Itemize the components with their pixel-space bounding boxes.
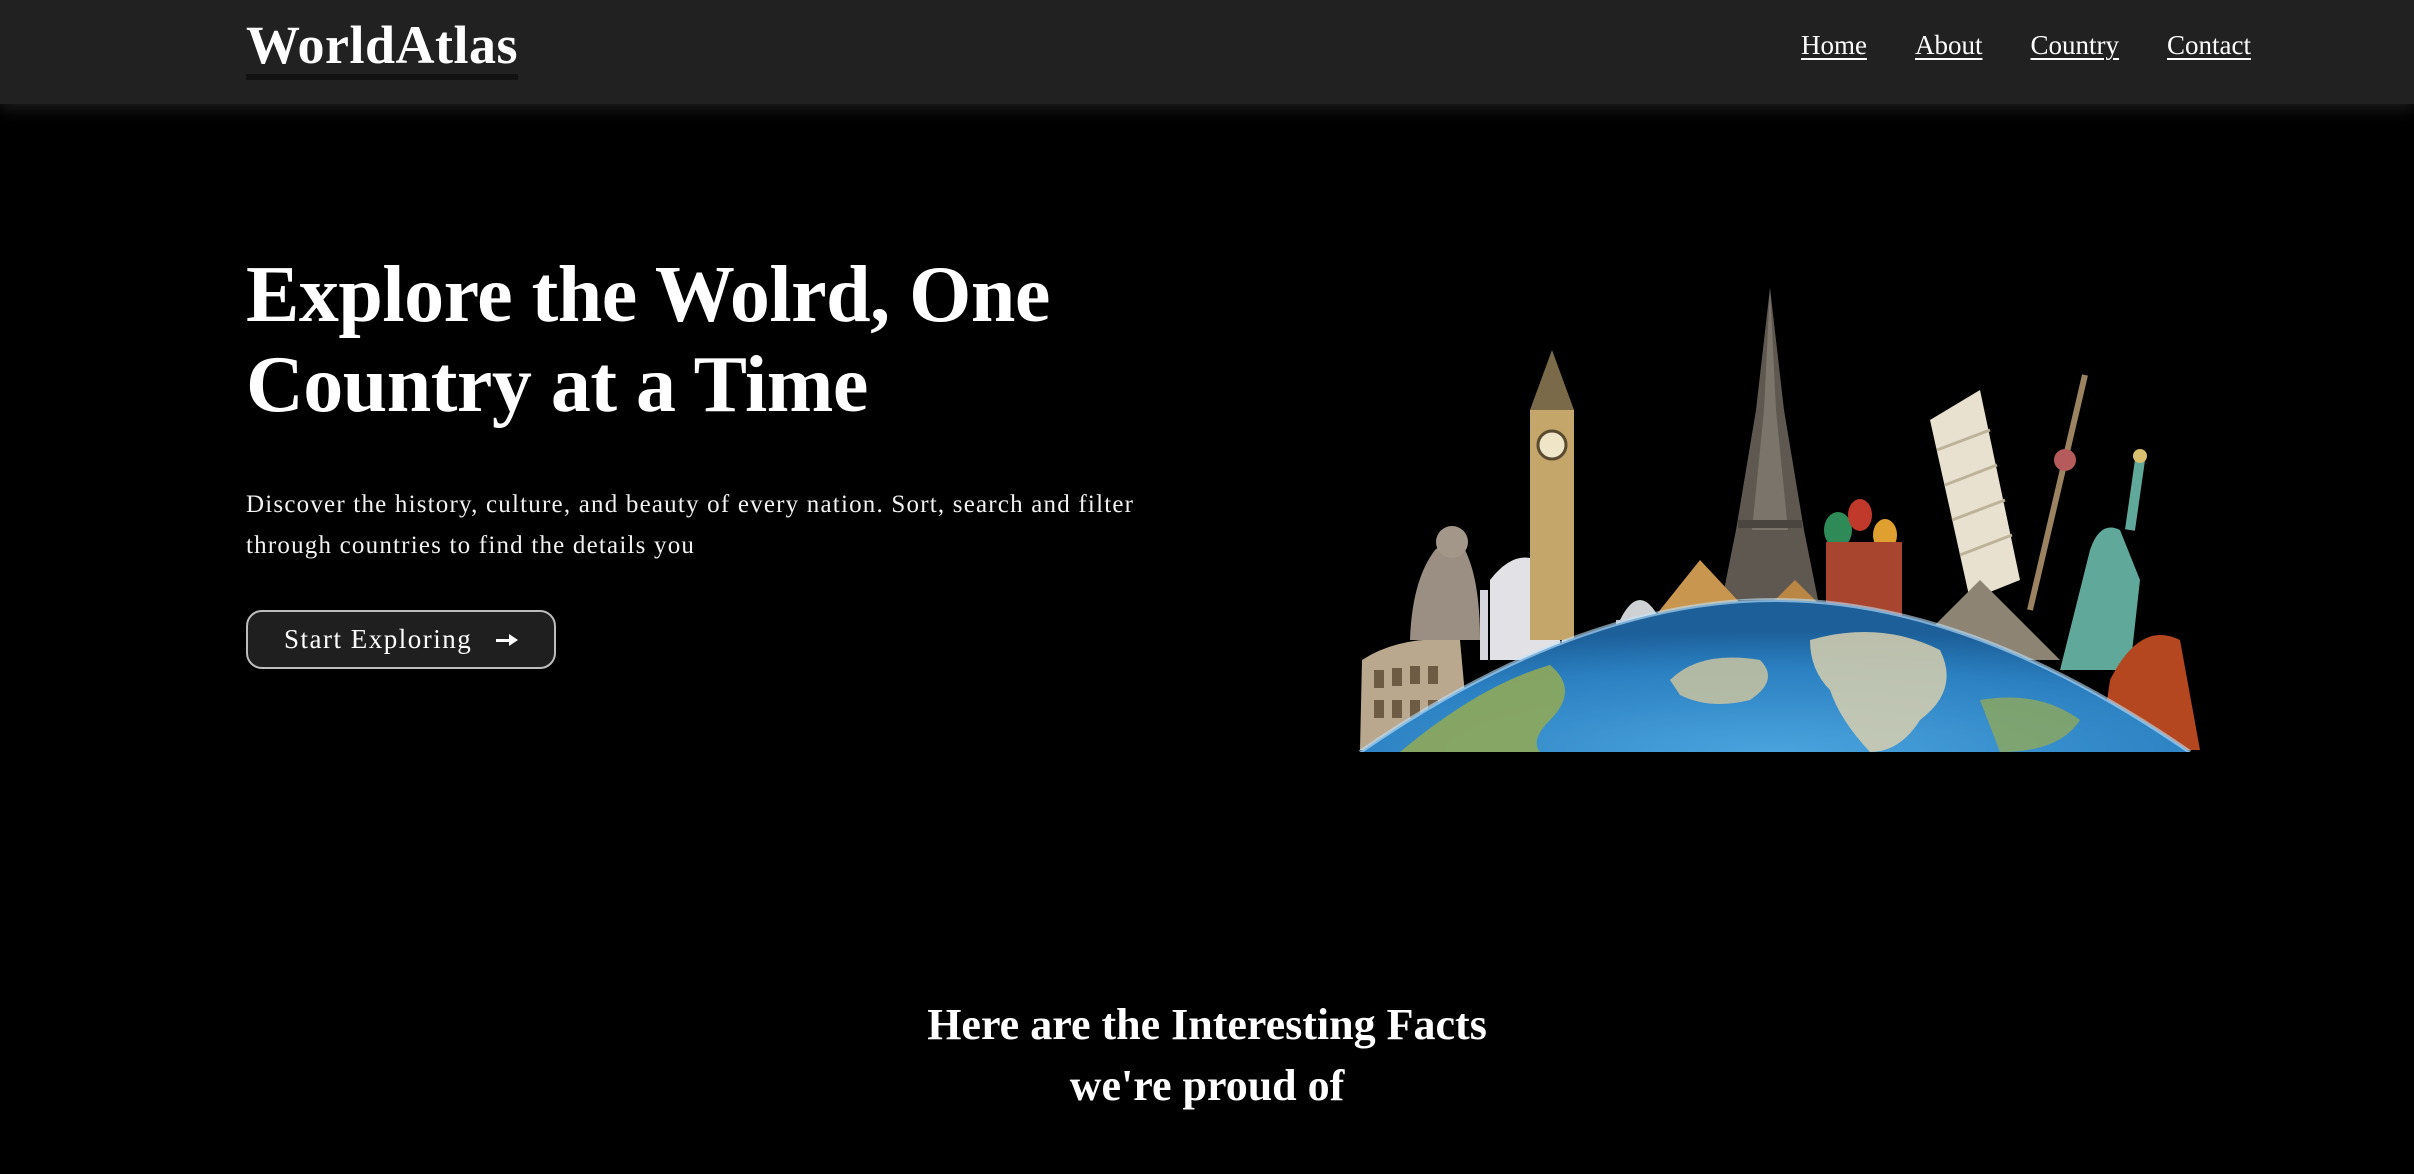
- hero-section: Explore the Wolrd, One Country at a Time…: [246, 250, 1206, 669]
- nav-link-about[interactable]: About: [1915, 30, 1983, 61]
- facts-heading-line-2: we're proud of: [1069, 1061, 1345, 1110]
- world-landmarks-globe-image: [1340, 280, 2210, 754]
- hero-title-line-1: Explore the Wolrd, One: [246, 251, 1050, 339]
- nav-links: Home About Country Contact: [1801, 30, 2251, 61]
- hero-title: Explore the Wolrd, One Country at a Time: [246, 250, 1206, 430]
- hero-title-line-2: Country at a Time: [246, 341, 868, 429]
- arrow-right-icon: [496, 633, 519, 647]
- nav-link-contact[interactable]: Contact: [2167, 30, 2251, 61]
- facts-heading: Here are the Interesting Facts we're pro…: [0, 994, 2414, 1116]
- globe-landmarks-illustration: [1358, 288, 2200, 754]
- brand-logo-link[interactable]: WorldAtlas: [246, 18, 519, 80]
- start-exploring-label: Start Exploring: [284, 624, 473, 654]
- nav-link-home[interactable]: Home: [1801, 30, 1867, 61]
- navbar: WorldAtlas Home About Country Contact: [0, 0, 2414, 104]
- nav-link-country[interactable]: Country: [2031, 30, 2120, 61]
- start-exploring-button[interactable]: Start Exploring: [246, 610, 557, 669]
- facts-heading-line-1: Here are the Interesting Facts: [927, 1000, 1487, 1049]
- hero-description: Discover the history, culture, and beaut…: [246, 491, 1135, 559]
